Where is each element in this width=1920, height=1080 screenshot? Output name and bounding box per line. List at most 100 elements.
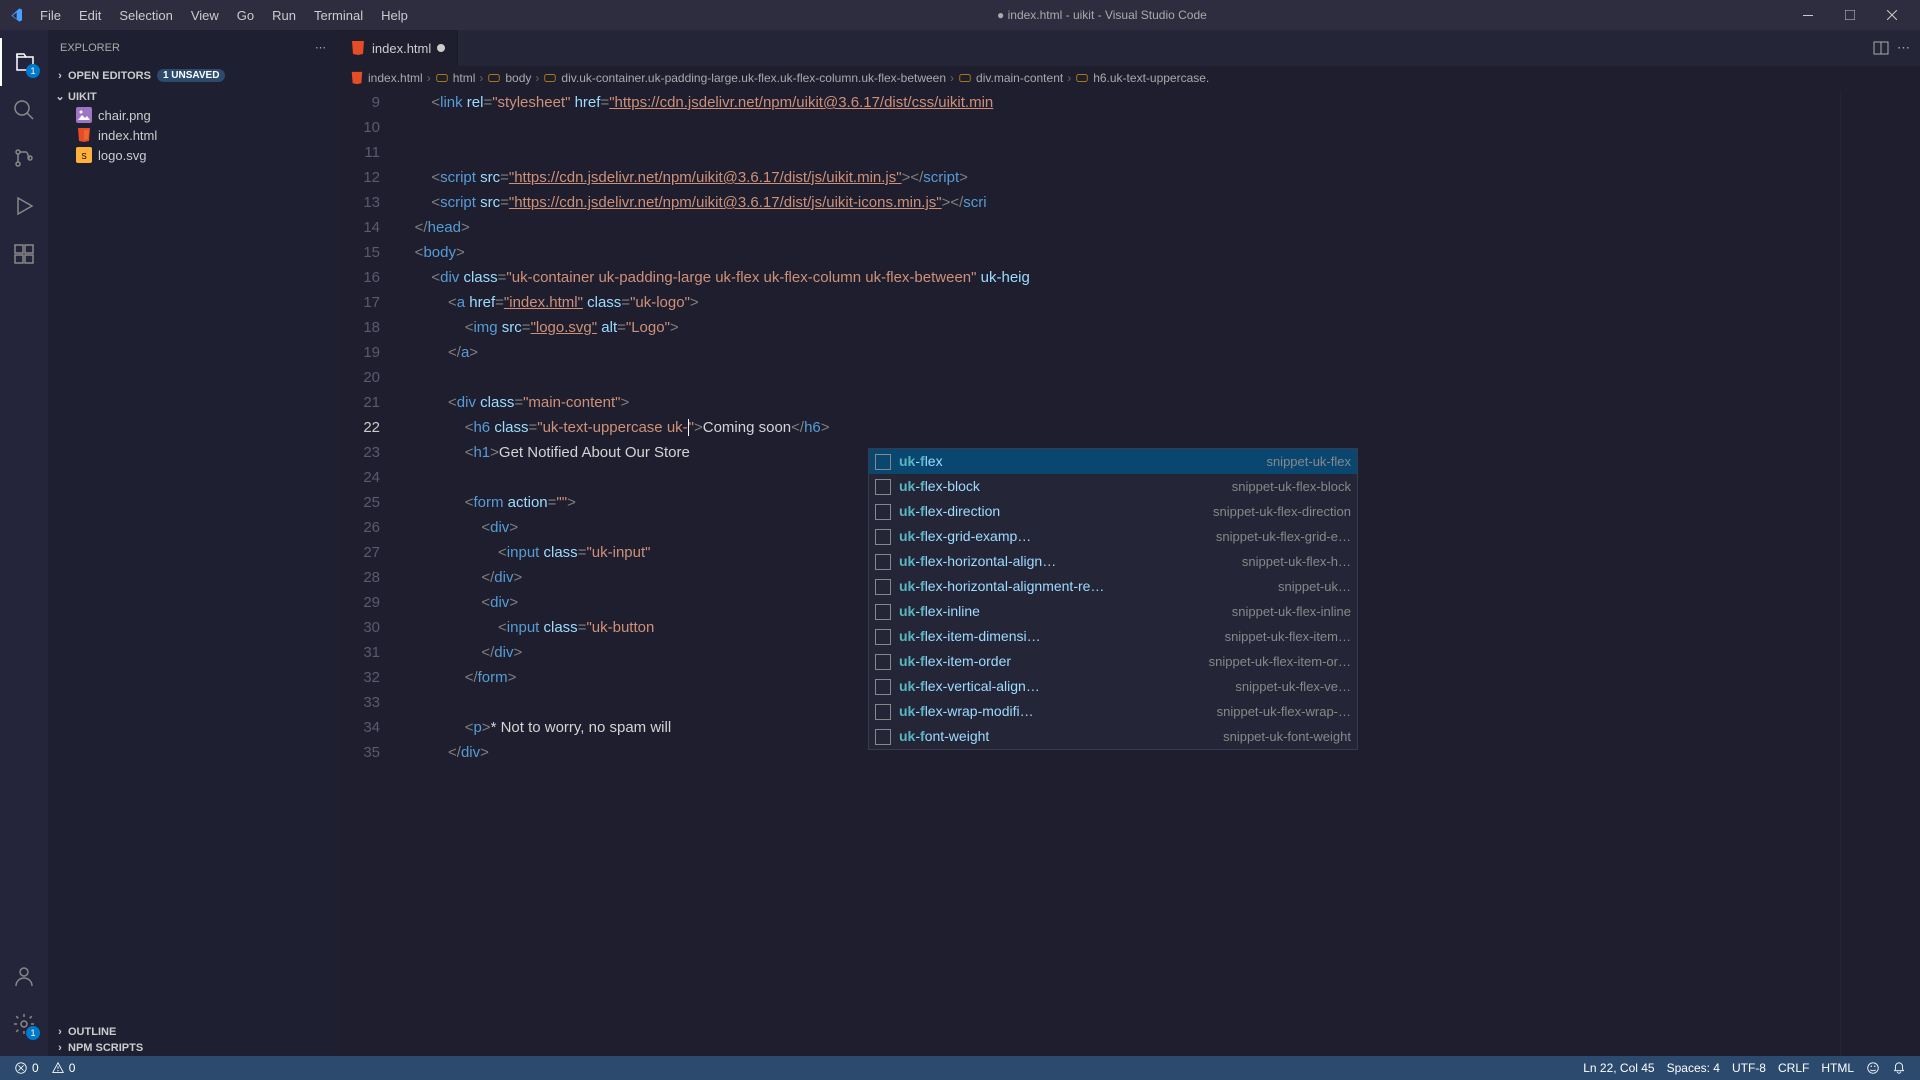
file-name: index.html <box>98 128 157 143</box>
settings-badge: 1 <box>26 1026 40 1040</box>
snippet-icon <box>875 629 891 645</box>
autocomplete-item[interactable]: uk-flex-wrap-modifi…snippet-uk-flex-wrap… <box>869 699 1357 724</box>
file-item[interactable]: index.html <box>48 125 338 145</box>
editor-area: index.html ⋯ index.html › html › body › … <box>338 30 1920 1056</box>
autocomplete-item[interactable]: uk-flexsnippet-uk-flex <box>869 449 1357 474</box>
autocomplete-item[interactable]: uk-flex-directionsnippet-uk-flex-directi… <box>869 499 1357 524</box>
tag-icon <box>487 71 501 85</box>
snippet-icon <box>875 479 891 495</box>
titlebar: File Edit Selection View Go Run Terminal… <box>0 0 1920 30</box>
source-control-icon[interactable] <box>0 134 48 182</box>
npm-scripts-header[interactable]: › NPM SCRIPTS <box>48 1040 338 1056</box>
menu-help[interactable]: Help <box>373 4 416 27</box>
errors-count[interactable]: 0 <box>8 1061 45 1075</box>
tab-index-html[interactable]: index.html <box>338 30 458 66</box>
chevron-right-icon: › <box>535 71 539 85</box>
file-item[interactable]: chair.png <box>48 105 338 125</box>
snippet-icon <box>875 654 891 670</box>
window-controls <box>1788 1 1912 29</box>
menu-terminal[interactable]: Terminal <box>306 4 371 27</box>
chevron-right-icon: › <box>1067 71 1071 85</box>
chevron-right-icon: › <box>52 1026 68 1038</box>
account-icon[interactable] <box>0 952 48 1000</box>
snippet-icon <box>875 604 891 620</box>
menu-edit[interactable]: Edit <box>71 4 109 27</box>
error-icon <box>14 1061 28 1075</box>
menu-selection[interactable]: Selection <box>111 4 180 27</box>
folder-header[interactable]: ⌄ UIKIT <box>48 88 338 105</box>
image-file-icon <box>76 107 92 123</box>
autocomplete-item[interactable]: uk-flex-item-dimensi…snippet-uk-flex-ite… <box>869 624 1357 649</box>
autocomplete-item[interactable]: uk-flex-vertical-align…snippet-uk-flex-v… <box>869 674 1357 699</box>
window-title: ● index.html - uikit - Visual Studio Cod… <box>416 8 1788 22</box>
chevron-right-icon: › <box>52 70 68 82</box>
chevron-down-icon: ⌄ <box>52 90 68 103</box>
chevron-right-icon: › <box>52 1042 68 1054</box>
autocomplete-popup[interactable]: uk-flexsnippet-uk-flexuk-flex-blocksnipp… <box>868 448 1358 750</box>
gutter: 9101112131415161718192021222324252627282… <box>338 90 398 1056</box>
indentation[interactable]: Spaces: 4 <box>1661 1061 1726 1075</box>
autocomplete-item[interactable]: uk-flex-blocksnippet-uk-flex-block <box>869 474 1357 499</box>
chevron-right-icon: › <box>479 71 483 85</box>
breadcrumb-item[interactable]: index.html <box>350 71 423 85</box>
snippet-icon <box>875 704 891 720</box>
snippet-icon <box>875 554 891 570</box>
open-editors-header[interactable]: › OPEN EDITORS 1 UNSAVED <box>48 67 338 84</box>
debug-icon[interactable] <box>0 182 48 230</box>
html-file-icon <box>76 127 92 143</box>
minimap[interactable] <box>1840 90 1920 1056</box>
breadcrumb-item[interactable]: div.main-content <box>958 71 1063 85</box>
encoding[interactable]: UTF-8 <box>1726 1061 1772 1075</box>
autocomplete-item[interactable]: uk-flex-item-ordersnippet-uk-flex-item-o… <box>869 649 1357 674</box>
breadcrumb-item[interactable]: body <box>487 71 531 85</box>
extensions-icon[interactable] <box>0 230 48 278</box>
snippet-icon <box>875 454 891 470</box>
notifications-icon[interactable] <box>1886 1061 1912 1075</box>
split-editor-icon[interactable] <box>1873 40 1889 56</box>
autocomplete-item[interactable]: uk-flex-inlinesnippet-uk-flex-inline <box>869 599 1357 624</box>
tag-icon <box>958 71 972 85</box>
settings-icon[interactable]: 1 <box>0 1000 48 1048</box>
dirty-indicator-icon <box>437 44 445 52</box>
minimize-button[interactable] <box>1788 1 1828 29</box>
close-button[interactable] <box>1872 1 1912 29</box>
maximize-button[interactable] <box>1830 1 1870 29</box>
eol[interactable]: CRLF <box>1772 1061 1815 1075</box>
snippet-icon <box>875 504 891 520</box>
breadcrumb-item[interactable]: h6.uk-text-uppercase. <box>1075 71 1209 85</box>
explorer-icon[interactable]: 1 <box>0 38 48 86</box>
chevron-right-icon: › <box>427 71 431 85</box>
breadcrumb-item[interactable]: html <box>435 71 476 85</box>
warning-icon <box>51 1061 65 1075</box>
tag-icon <box>543 71 557 85</box>
snippet-icon <box>875 729 891 745</box>
cursor-position[interactable]: Ln 22, Col 45 <box>1577 1061 1660 1075</box>
snippet-icon <box>875 579 891 595</box>
breadcrumb[interactable]: index.html › html › body › div.uk-contai… <box>338 66 1920 90</box>
menu-go[interactable]: Go <box>229 4 262 27</box>
autocomplete-item[interactable]: uk-font-weightsnippet-uk-font-weight <box>869 724 1357 749</box>
outline-header[interactable]: › OUTLINE <box>48 1024 338 1040</box>
snippet-icon <box>875 529 891 545</box>
sidebar-more-icon[interactable]: ⋯ <box>315 41 326 54</box>
autocomplete-item[interactable]: uk-flex-horizontal-alignment-re…snippet-… <box>869 574 1357 599</box>
menu-view[interactable]: View <box>183 4 227 27</box>
menu-file[interactable]: File <box>32 4 69 27</box>
warnings-count[interactable]: 0 <box>45 1061 82 1075</box>
file-item[interactable]: S logo.svg <box>48 145 338 165</box>
feedback-icon[interactable] <box>1860 1061 1886 1075</box>
vscode-icon <box>8 7 24 23</box>
autocomplete-item[interactable]: uk-flex-horizontal-align…snippet-uk-flex… <box>869 549 1357 574</box>
unsaved-badge: 1 UNSAVED <box>157 69 226 82</box>
search-icon[interactable] <box>0 86 48 134</box>
file-name: logo.svg <box>98 148 146 163</box>
language-mode[interactable]: HTML <box>1815 1061 1860 1075</box>
autocomplete-item[interactable]: uk-flex-grid-examp…snippet-uk-flex-grid-… <box>869 524 1357 549</box>
svg-text:S: S <box>81 152 86 161</box>
more-actions-icon[interactable]: ⋯ <box>1897 40 1910 56</box>
tag-icon <box>1075 71 1089 85</box>
breadcrumb-item[interactable]: div.uk-container.uk-padding-large.uk-fle… <box>543 71 946 85</box>
menu-run[interactable]: Run <box>264 4 304 27</box>
sidebar-header: EXPLORER ⋯ <box>48 30 338 65</box>
code-editor[interactable]: 9101112131415161718192021222324252627282… <box>338 90 1920 1056</box>
